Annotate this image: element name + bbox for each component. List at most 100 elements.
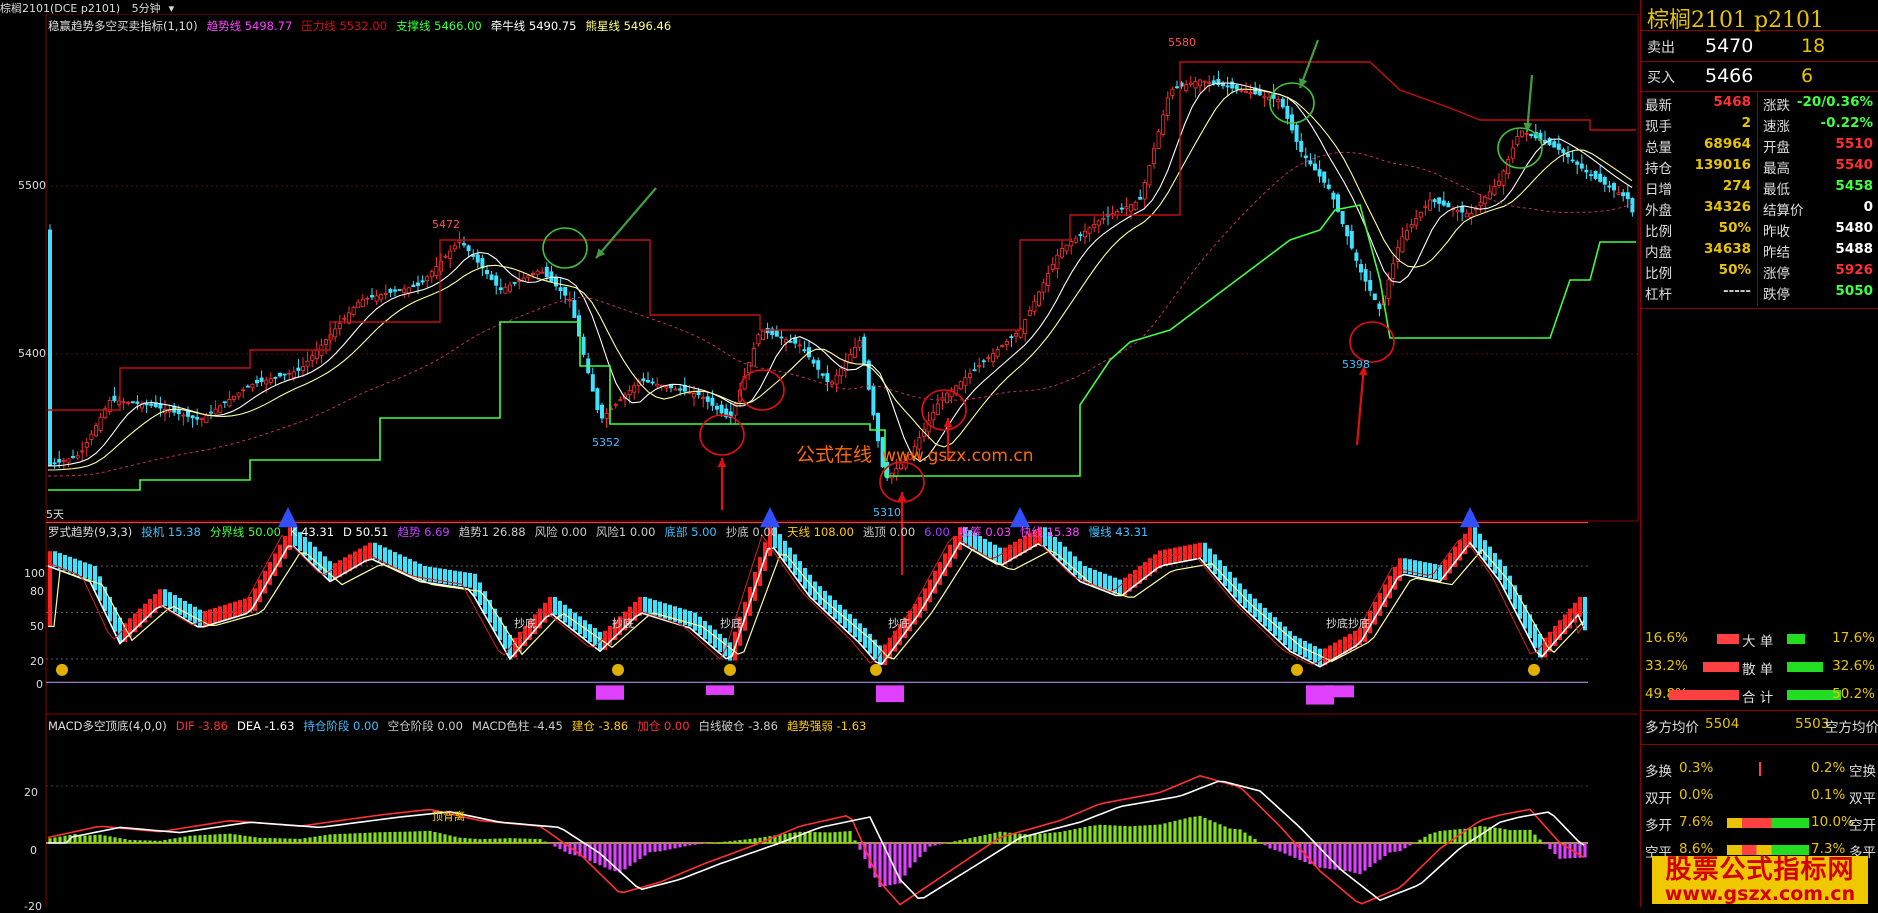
macd-bar xyxy=(488,839,491,843)
candle-body xyxy=(361,299,364,306)
macd-bar xyxy=(1138,826,1141,843)
candle-body xyxy=(421,281,424,282)
macd-bar xyxy=(1273,843,1276,850)
macd-bar xyxy=(118,838,121,843)
macd-bar xyxy=(1393,843,1396,852)
candle-body xyxy=(720,405,723,413)
macd-bar xyxy=(1188,817,1191,843)
candle-body xyxy=(1134,202,1137,209)
macd-bar xyxy=(1203,818,1206,843)
price-mark-high: 5580 xyxy=(1168,36,1196,49)
main-indicator-legend: 稳赢趋势多空买卖指标(1,10)趋势线 5498.77压力线 5532.00支撑… xyxy=(48,18,689,34)
stat-right-row: 涨跌-20/0.36% xyxy=(1763,94,1873,115)
candle-body xyxy=(1516,137,1519,145)
stat-value: 5488 xyxy=(1835,241,1873,257)
macd-bar xyxy=(838,832,841,843)
candle-body xyxy=(1589,175,1592,176)
macd-bar xyxy=(753,838,756,843)
macd-bar xyxy=(1408,843,1411,845)
macd-bar xyxy=(1538,839,1541,843)
kd-bar xyxy=(383,547,387,563)
pos-right: 10.0% xyxy=(1811,814,1854,830)
macd-indicator-item: 趋势强弱 -1.63 xyxy=(787,719,866,733)
kd-bar xyxy=(1483,540,1487,560)
candle-body xyxy=(1060,249,1063,257)
flow-left-bar xyxy=(1703,662,1739,672)
flow-label: 合 计 xyxy=(1742,686,1773,706)
sell-vol: 18 xyxy=(1801,35,1825,57)
macd-bar xyxy=(1443,830,1446,843)
kd-bar xyxy=(403,557,407,573)
stat-left-row: 最新5468 xyxy=(1645,94,1751,115)
stat-left-row: 杠杆----- xyxy=(1645,283,1751,304)
macd-bar xyxy=(1418,840,1421,843)
macd-bar xyxy=(938,843,941,844)
macd-bar xyxy=(888,843,891,885)
candle-body xyxy=(1479,203,1482,206)
main-indicator-name: 稳赢趋势多空买卖指标(1,10) xyxy=(48,19,198,33)
macd-bar xyxy=(558,843,561,849)
candle-body xyxy=(1318,170,1321,177)
kd-indicator-item: 快线 15.38 xyxy=(1020,525,1080,539)
kd-bar xyxy=(983,539,987,556)
kd-bar xyxy=(1073,556,1077,575)
candle-body xyxy=(237,393,240,396)
arrow-head xyxy=(898,492,907,501)
macd-bar xyxy=(248,836,251,843)
candle-body xyxy=(1051,264,1054,269)
macd-bar xyxy=(918,843,921,857)
macd-bar xyxy=(1378,843,1381,860)
stat-left-row: 比例50% xyxy=(1645,220,1751,241)
candle-body xyxy=(1599,174,1602,181)
macd-indicator-item: DEA -1.63 xyxy=(237,719,294,733)
candle-body xyxy=(1327,185,1330,188)
candle-body xyxy=(209,412,212,413)
macd-bar xyxy=(1353,843,1356,873)
candle-body xyxy=(964,378,967,385)
watermark-line1: 股票公式指标网 xyxy=(1652,856,1868,884)
macd-bar xyxy=(173,838,176,843)
macd-bar xyxy=(483,839,486,843)
macd-bar xyxy=(348,834,351,843)
stat-key: 涨跌 xyxy=(1763,94,1790,114)
stat-key: 总量 xyxy=(1645,136,1672,156)
candle-body xyxy=(628,390,631,394)
candle-body xyxy=(1392,264,1395,279)
kd-bar xyxy=(1098,572,1102,588)
macd-bar xyxy=(1193,817,1196,843)
macd-bar xyxy=(1233,829,1236,843)
macd-bar xyxy=(298,839,301,843)
macd-bar xyxy=(1388,843,1391,852)
candle-body xyxy=(269,379,272,383)
stat-value: 34638 xyxy=(1704,241,1751,257)
macd-bar xyxy=(668,843,671,849)
avg-left-label: 多方均价 xyxy=(1645,716,1699,736)
candle-body xyxy=(1129,205,1132,212)
candle-body xyxy=(1047,274,1050,286)
macd-bar xyxy=(853,840,856,843)
macd-bar xyxy=(1208,820,1211,843)
candle-body xyxy=(398,290,401,291)
candle-body xyxy=(798,345,801,346)
pos-row: 双开0.0%0.1%双平 xyxy=(1641,787,1878,811)
macd-bar xyxy=(618,843,621,873)
kd-indicator-item: 逃顶 0.00 xyxy=(863,525,915,539)
candle-body xyxy=(582,337,585,354)
macd-bar xyxy=(263,838,266,843)
candle-body xyxy=(301,367,304,371)
macd-bar xyxy=(643,843,646,856)
macd-bar xyxy=(498,838,501,843)
macd-bar xyxy=(1153,825,1156,843)
center-watermark: 公式在线 www.gszx.com.cn xyxy=(796,440,1034,467)
kd-bar xyxy=(193,607,197,624)
candle-body xyxy=(403,289,406,293)
macd-bar xyxy=(1088,826,1091,843)
macd-indicator-name: MACD多空顶底(4,0,0) xyxy=(48,719,167,733)
candle-body xyxy=(366,298,369,299)
macd-bar xyxy=(283,838,286,843)
kd-bar xyxy=(648,599,652,615)
kd-bar xyxy=(1213,554,1217,574)
macd-bar xyxy=(253,837,256,843)
macd-bar xyxy=(978,836,981,843)
chart-area[interactable]: 稳赢趋势多空买卖指标(1,10)趋势线 5498.77压力线 5532.00支撑… xyxy=(0,14,1640,907)
